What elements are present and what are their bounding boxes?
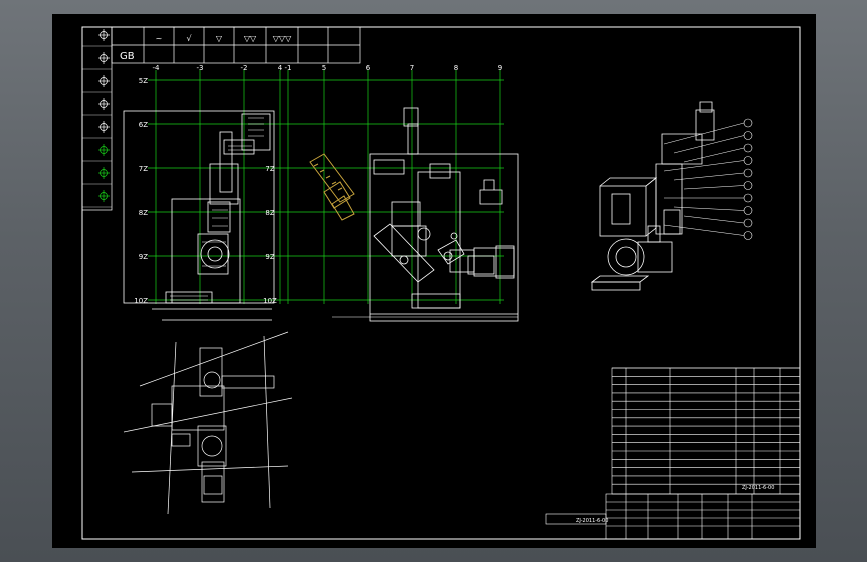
callout-bubble <box>743 181 753 190</box>
title-block <box>545 367 801 540</box>
grid-side-label: 8Z <box>139 209 148 217</box>
grid-side-label: 7Z <box>139 165 148 173</box>
grid-top-label: 6 <box>366 64 371 72</box>
side-view <box>369 107 519 322</box>
leader-line <box>683 185 745 190</box>
parts-list-frame <box>611 367 801 495</box>
callout-bubble <box>743 193 753 203</box>
callout-bubble <box>743 118 753 128</box>
grid-top-label: 9 <box>498 64 502 72</box>
left-symbol-strip <box>81 26 113 211</box>
callout-bubble <box>743 218 753 228</box>
callout-leaders <box>663 118 753 240</box>
title-block-frame <box>605 493 801 540</box>
grid-mid-label: 10Z <box>263 297 277 305</box>
sheet-note: ZJ-2011-6-00 <box>576 518 608 524</box>
sheet-frame <box>81 26 801 540</box>
roughness-table <box>111 26 361 64</box>
grid-top-label: 7 <box>410 64 414 72</box>
grid-mid-label: 8Z <box>265 209 274 217</box>
callout-bubble <box>743 231 753 240</box>
grid-side-label: 10Z <box>134 297 148 305</box>
top-view <box>123 331 293 515</box>
callout-bubble <box>743 156 753 165</box>
grid-mid-label: 7Z <box>265 165 274 173</box>
surface-symbol: ~ <box>156 34 163 43</box>
grid-top-label: -2 <box>241 64 248 72</box>
leader-line <box>673 206 745 211</box>
grid-top-label: -3 <box>197 64 204 72</box>
grid-side-label: 6Z <box>139 121 148 129</box>
drawing-number: ZJ-2011-6-00 <box>742 485 774 491</box>
grid-side-label: 5Z <box>139 77 148 85</box>
leader-line <box>663 122 745 145</box>
surface-symbol: ▽ <box>216 34 223 43</box>
surface-symbols: ~ √ ▽ ▽▽ ▽▽▽ <box>156 34 292 43</box>
side-view-linkage <box>373 179 503 283</box>
callout-bubble <box>743 143 753 153</box>
highlighted-clamp-arm[interactable] <box>309 153 355 221</box>
cad-viewer: GB ~ √ ▽ ▽▽ ▽▽▽ -4 -3 -2 -1 4 5 6 7 8 9 5Z 6Z 7Z 8Z 9Z 10Z 7… <box>0 0 867 562</box>
drawing-canvas[interactable]: GB ~ √ ▽ ▽▽ ▽▽▽ -4 -3 -2 -1 4 5 6 7 8 9 5Z 6Z 7Z 8Z 9Z 10Z 7… <box>52 14 816 548</box>
grid-top-label: 5 <box>322 64 326 72</box>
grid-side-label: 9Z <box>139 253 148 261</box>
grid-top-label: 8 <box>454 64 458 72</box>
grid-top-label: 4 <box>278 64 283 72</box>
grid-mid-label: 9Z <box>265 253 274 261</box>
leader-line <box>683 147 745 163</box>
leader-line <box>683 215 745 224</box>
surface-symbol: ▽▽ <box>244 34 257 43</box>
callout-bubble <box>743 131 753 140</box>
grid-top-label: -4 <box>153 64 161 72</box>
coordinate-grid: -4 -3 -2 -14 5 6 7 8 9 5Z 6Z 7Z 8Z 9Z 10Z 7Z 8Z 9Z 10Z <box>134 64 504 305</box>
leader-line <box>673 172 745 181</box>
grid-top-label: -1 <box>285 64 292 72</box>
standard-label: GB <box>120 51 135 62</box>
front-view-details <box>170 117 264 301</box>
callout-bubble <box>743 206 753 215</box>
isometric-view <box>590 101 715 291</box>
leader-line <box>663 160 745 172</box>
surface-symbol: ▽▽▽ <box>273 34 292 43</box>
callout-bubble <box>743 168 753 178</box>
surface-symbol: √ <box>186 34 192 43</box>
